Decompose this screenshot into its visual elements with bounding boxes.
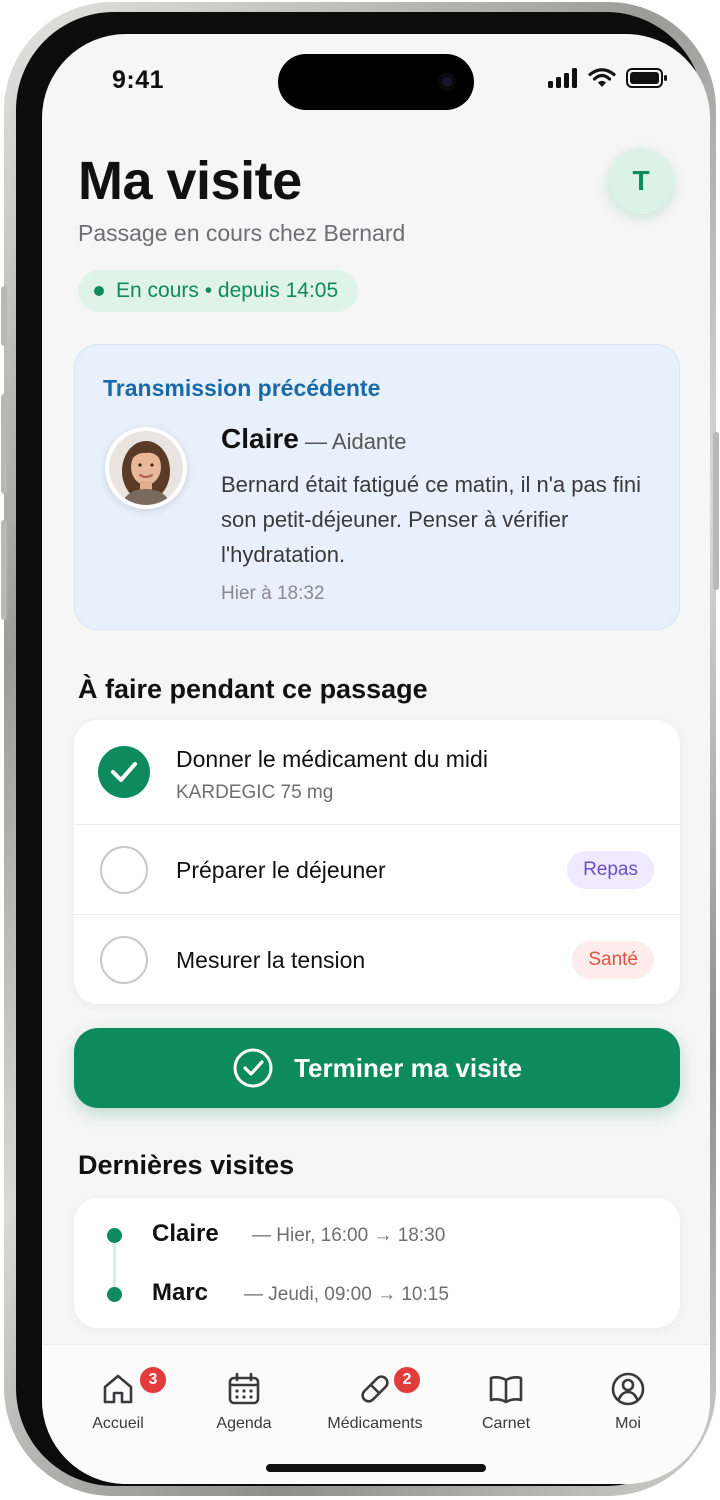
transmission-author: Claire xyxy=(221,423,299,454)
check-icon xyxy=(111,762,137,782)
history-section-title: Dernières visites xyxy=(78,1150,295,1180)
page-title: Ma visite xyxy=(78,151,302,211)
power-button xyxy=(713,432,719,590)
recent-visits-list: Claire — Hier, 16:00 → 18:30 Marc — Jeud… xyxy=(74,1198,680,1328)
category-tag: Repas xyxy=(567,851,654,889)
status-time: 9:41 xyxy=(112,66,165,94)
task-item-medication[interactable]: Donner le médicament du midi KARDEGIC 75… xyxy=(74,720,680,824)
task-title: Mesurer la tension xyxy=(176,947,366,973)
category-tag: Santé xyxy=(572,941,654,979)
tab-carnet[interactable]: Carnet xyxy=(446,1371,566,1433)
task-item-blood-pressure[interactable]: Mesurer la tension Santé xyxy=(74,914,680,1004)
home-icon xyxy=(103,1374,133,1404)
visit-time: — Jeudi, 09:00 → 10:15 xyxy=(244,1284,449,1305)
tab-bar: Accueil 3 Agenda Médicaments 2 Carnet Mo… xyxy=(42,1344,710,1484)
finish-visit-button[interactable]: Terminer ma visite xyxy=(74,1028,680,1108)
timeline-dot-icon xyxy=(107,1228,122,1243)
tab-label: Accueil xyxy=(92,1415,144,1432)
book-icon xyxy=(489,1376,523,1404)
timeline-dot-icon xyxy=(107,1287,122,1302)
previous-transmission-card[interactable]: Transmission précédente Claire — Aidante… xyxy=(74,344,680,630)
visit-status-badge: En cours • depuis 14:05 xyxy=(78,270,359,312)
bezel: 9:41 Ma visite Passage en cours chez Ber… xyxy=(16,12,710,1486)
visit-author: Claire xyxy=(152,1220,219,1247)
task-list: Donner le médicament du midi KARDEGIC 75… xyxy=(74,720,680,1004)
notification-badge: 2 xyxy=(392,1365,422,1395)
volume-down-button xyxy=(1,520,7,620)
transmission-label: Transmission précédente xyxy=(103,375,381,401)
action-button xyxy=(1,286,7,346)
home-indicator[interactable] xyxy=(266,1464,486,1472)
task-title: Donner le médicament du midi xyxy=(176,746,488,772)
battery-icon xyxy=(626,68,667,88)
tasks-section-title: À faire pendant ce passage xyxy=(78,674,428,704)
calendar-icon xyxy=(228,1372,260,1405)
tab-label: Agenda xyxy=(216,1415,272,1432)
checkbox-checked[interactable] xyxy=(98,746,150,798)
tab-label: Carnet xyxy=(481,1415,531,1432)
tab-medicaments[interactable]: Médicaments 2 xyxy=(312,1365,438,1433)
visit-author: Marc xyxy=(152,1279,209,1306)
user-icon xyxy=(611,1372,645,1406)
visit-time: — Hier, 16:00 → 18:30 xyxy=(252,1225,446,1246)
tab-agenda[interactable]: Agenda xyxy=(184,1371,304,1433)
finish-visit-label: Terminer ma visite xyxy=(294,1052,522,1083)
checkbox-unchecked[interactable] xyxy=(100,936,148,984)
wifi-icon xyxy=(588,68,616,87)
transmission-role: — Aidante xyxy=(305,429,407,454)
transmission-time: Hier à 18:32 xyxy=(221,583,325,604)
volume-up-button xyxy=(1,394,7,494)
tab-accueil[interactable]: Accueil 3 xyxy=(58,1365,178,1433)
task-subtitle: KARDEGIC 75 mg xyxy=(176,782,334,803)
screen: 9:41 Ma visite Passage en cours chez Ber… xyxy=(42,34,710,1484)
caregiver-avatar xyxy=(105,427,187,509)
dynamic-island xyxy=(278,54,474,110)
task-title: Préparer le déjeuner xyxy=(176,857,386,883)
signal-icon xyxy=(548,68,577,88)
transmission-message: Bernard était fatigué ce matin, il n'a p… xyxy=(221,472,641,567)
tab-label: Moi xyxy=(615,1415,641,1432)
pill-icon xyxy=(361,1375,389,1403)
visit-status-text: En cours • depuis 14:05 xyxy=(116,279,339,302)
tab-label: Médicaments xyxy=(327,1415,423,1432)
checkbox-unchecked[interactable] xyxy=(100,846,148,894)
profile-avatar[interactable]: T xyxy=(608,148,674,214)
task-item-lunch[interactable]: Préparer le déjeuner Repas xyxy=(74,824,680,914)
tab-moi[interactable]: Moi xyxy=(568,1371,688,1433)
phone-frame: 9:41 Ma visite Passage en cours chez Ber… xyxy=(1,2,719,1496)
status-dot-icon xyxy=(94,286,104,296)
notification-badge: 3 xyxy=(138,1365,168,1395)
page-subtitle: Passage en cours chez Bernard xyxy=(78,220,406,246)
status-icons xyxy=(548,68,668,88)
check-circle-icon xyxy=(233,1048,273,1088)
camera-icon xyxy=(438,73,456,91)
